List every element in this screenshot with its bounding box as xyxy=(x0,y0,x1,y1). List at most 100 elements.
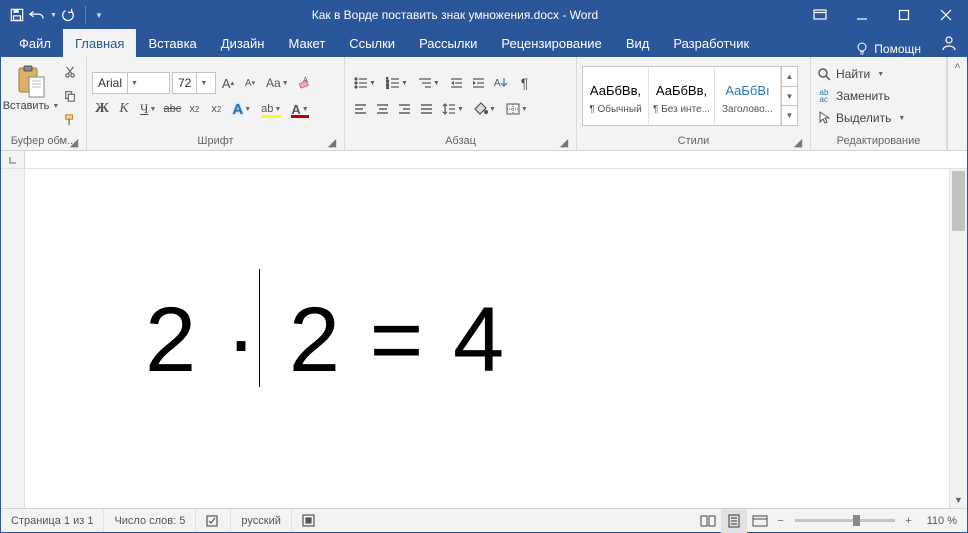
strikethrough-button[interactable]: abc xyxy=(162,98,182,120)
increase-indent-icon[interactable] xyxy=(468,72,488,94)
shading-icon[interactable]: ▼ xyxy=(470,98,500,120)
gallery-up-icon[interactable]: ▲ xyxy=(782,67,797,87)
tab-file[interactable]: Файл xyxy=(7,29,63,57)
paste-button[interactable]: Вставить▼ xyxy=(6,63,56,129)
font-size-combo[interactable]: 72▼ xyxy=(172,72,216,94)
grow-font-icon[interactable]: A▴ xyxy=(218,72,238,94)
maximize-icon[interactable] xyxy=(883,1,925,29)
qat-customize[interactable]: ▼ xyxy=(94,11,103,20)
scroll-thumb[interactable] xyxy=(952,171,965,231)
account-icon[interactable] xyxy=(931,29,967,57)
undo-icon[interactable] xyxy=(29,7,45,23)
styles-gallery[interactable]: АаБбВв,¶ Обычный АаБбВв,¶ Без инте... Аа… xyxy=(582,66,798,126)
multilevel-list-icon[interactable]: ▼ xyxy=(414,72,444,94)
font-name-combo[interactable]: Arial▼ xyxy=(92,72,170,94)
align-left-icon[interactable] xyxy=(350,98,370,120)
styles-launcher-icon[interactable]: ◢ xyxy=(791,135,805,149)
zoom-out-icon[interactable]: − xyxy=(773,515,789,527)
save-icon[interactable] xyxy=(9,7,25,23)
change-case-icon[interactable]: Aa▼ xyxy=(262,72,293,94)
paragraph-label: Абзац xyxy=(445,135,476,147)
tab-developer[interactable]: Разработчик xyxy=(661,29,761,57)
style-normal[interactable]: АаБбВв,¶ Обычный xyxy=(583,67,649,125)
line-spacing-icon[interactable]: ▼ xyxy=(438,98,468,120)
borders-icon[interactable]: ▼ xyxy=(502,98,532,120)
tab-references[interactable]: Ссылки xyxy=(337,29,407,57)
zoom-in-icon[interactable]: + xyxy=(901,515,917,527)
ribbon-display-icon[interactable] xyxy=(799,1,841,29)
group-clipboard: Вставить▼ Буфер обм...◢ xyxy=(1,57,87,150)
find-button[interactable]: Найти▼ xyxy=(816,64,905,84)
tab-mailings[interactable]: Рассылки xyxy=(407,29,489,57)
paragraph-launcher-icon[interactable]: ◢ xyxy=(557,135,571,149)
format-painter-icon[interactable] xyxy=(60,109,80,131)
vertical-scrollbar[interactable]: ▼ xyxy=(949,169,967,508)
tab-insert[interactable]: Вставка xyxy=(136,29,208,57)
superscript-button[interactable]: x2 xyxy=(206,98,226,120)
redo-icon[interactable] xyxy=(61,7,77,23)
qat-separator xyxy=(85,6,86,24)
status-page[interactable]: Страница 1 из 1 xyxy=(1,509,104,532)
copy-icon[interactable] xyxy=(60,85,80,107)
bullets-icon[interactable]: ▼ xyxy=(350,72,380,94)
clear-formatting-icon[interactable]: A xyxy=(295,72,315,94)
scroll-down-icon[interactable]: ▼ xyxy=(950,492,967,508)
status-proofing[interactable] xyxy=(196,509,231,532)
style-no-spacing[interactable]: АаБбВв,¶ Без инте... xyxy=(649,67,715,125)
view-print-icon[interactable] xyxy=(721,509,747,533)
undo-dropdown[interactable]: ▼ xyxy=(49,12,57,19)
gallery-more-icon[interactable]: ▼ xyxy=(782,106,797,125)
numbering-icon[interactable]: 123▼ xyxy=(382,72,412,94)
gallery-scroll[interactable]: ▲▼▼ xyxy=(781,67,797,125)
replace-button[interactable]: abacЗаменить xyxy=(816,86,905,106)
shrink-font-icon[interactable]: A▾ xyxy=(240,72,260,94)
minimize-icon[interactable] xyxy=(841,1,883,29)
status-macro[interactable] xyxy=(292,509,325,532)
status-bar: Страница 1 из 1 Число слов: 5 русский − … xyxy=(1,508,967,532)
ribbon: Вставить▼ Буфер обм...◢ Arial▼ 72▼ A▴ A▾… xyxy=(1,57,967,151)
tell-me[interactable]: Помощн xyxy=(844,41,931,57)
zoom-level[interactable]: 110 % xyxy=(917,515,967,527)
close-icon[interactable] xyxy=(925,1,967,29)
font-launcher-icon[interactable]: ◢ xyxy=(325,135,339,149)
show-marks-icon[interactable]: ¶ xyxy=(514,72,534,94)
select-button[interactable]: Выделить▼ xyxy=(816,108,905,128)
highlight-color-icon[interactable]: ab▼ xyxy=(257,98,285,120)
style-heading1[interactable]: АаБбВıЗаголово... xyxy=(715,67,781,125)
window-title: Как в Ворде поставить знак умножения.doc… xyxy=(111,8,799,22)
tab-review[interactable]: Рецензирование xyxy=(489,29,613,57)
align-right-icon[interactable] xyxy=(394,98,414,120)
subscript-button[interactable]: x2 xyxy=(184,98,204,120)
underline-button[interactable]: Ч▼ xyxy=(136,98,160,120)
justify-icon[interactable] xyxy=(416,98,436,120)
view-read-icon[interactable] xyxy=(695,509,721,533)
paste-label: Вставить xyxy=(3,100,50,112)
clipboard-launcher-icon[interactable]: ◢ xyxy=(67,135,81,149)
document-page[interactable]: 2 · 2 = 4 xyxy=(25,169,949,508)
tab-layout[interactable]: Макет xyxy=(276,29,337,57)
tab-view[interactable]: Вид xyxy=(614,29,662,57)
tab-design[interactable]: Дизайн xyxy=(209,29,277,57)
styles-label: Стили xyxy=(678,135,710,147)
collapse-ribbon-icon[interactable]: ˄ xyxy=(947,57,967,150)
tab-selector-icon[interactable] xyxy=(1,151,25,168)
font-color-icon[interactable]: A▼ xyxy=(287,98,312,120)
ruler-vertical[interactable] xyxy=(1,169,25,508)
ruler-horizontal[interactable] xyxy=(1,151,967,169)
sort-icon[interactable]: A xyxy=(490,72,513,94)
cut-icon[interactable] xyxy=(60,61,80,83)
gallery-down-icon[interactable]: ▼ xyxy=(782,87,797,107)
text-effects-icon[interactable]: A▼ xyxy=(228,98,255,120)
zoom-slider[interactable] xyxy=(795,519,895,522)
status-word-count[interactable]: Число слов: 5 xyxy=(104,509,196,532)
tell-me-label: Помощн xyxy=(874,42,921,56)
document-area: 2 · 2 = 4 ▼ xyxy=(1,169,967,508)
decrease-indent-icon[interactable] xyxy=(446,72,466,94)
align-center-icon[interactable] xyxy=(372,98,392,120)
zoom-knob[interactable] xyxy=(853,515,860,526)
italic-button[interactable]: К xyxy=(114,98,134,120)
bold-button[interactable]: Ж xyxy=(92,98,112,120)
status-language[interactable]: русский xyxy=(231,509,291,532)
tab-home[interactable]: Главная xyxy=(63,29,136,57)
view-web-icon[interactable] xyxy=(747,509,773,533)
